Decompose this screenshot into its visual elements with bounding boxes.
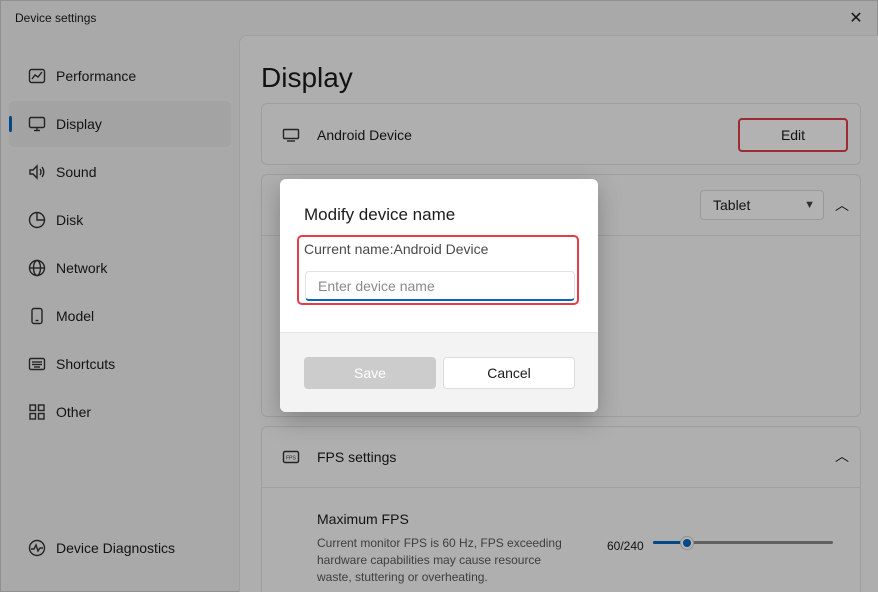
dialog-footer: Save Cancel xyxy=(280,332,598,412)
dialog-title: Modify device name xyxy=(304,205,456,224)
device-name-input[interactable] xyxy=(305,271,575,301)
save-button[interactable]: Save xyxy=(304,357,436,389)
current-name-label: Current name:Android Device xyxy=(304,241,489,257)
modify-device-name-dialog: Modify device name Current name:Android … xyxy=(280,179,598,412)
cancel-button[interactable]: Cancel xyxy=(443,357,575,389)
